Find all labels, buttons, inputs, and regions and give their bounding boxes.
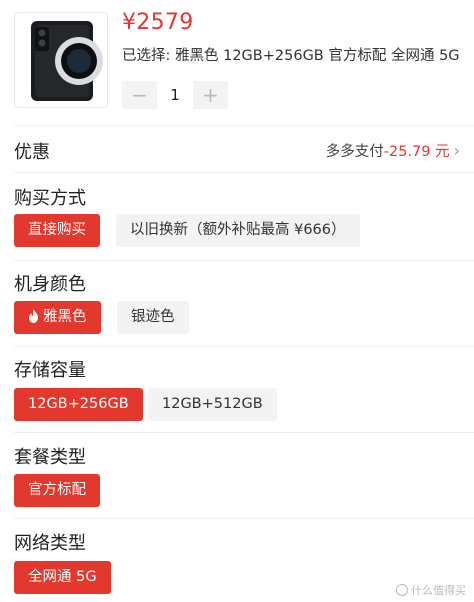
selected-spec-summary: 已选择: 雅黑色 12GB+256GB 官方标配 全网通 5G: [122, 48, 460, 64]
section-body-color: 机身颜色 雅黑色 银迹色: [0, 260, 474, 346]
quantity-value[interactable]: 1: [157, 86, 193, 104]
section-title: 机身颜色: [14, 274, 86, 295]
option-direct-purchase[interactable]: 直接购买: [14, 214, 100, 247]
option-package-standard[interactable]: 官方标配: [14, 474, 100, 507]
discount-amount: -25.79 元: [383, 144, 450, 160]
product-price: ¥2579: [122, 10, 194, 35]
discount-provider: 多多支付: [325, 144, 384, 160]
option-color-black[interactable]: 雅黑色: [14, 301, 101, 334]
discount-row[interactable]: 优惠 多多支付 -25.79 元 ›: [0, 126, 474, 172]
option-trade-in[interactable]: 以旧换新（额外补贴最高 ¥666）: [116, 214, 360, 247]
section-storage: 存储容量 12GB+256GB 12GB+512GB: [0, 346, 474, 432]
section-title: 购买方式: [14, 188, 86, 209]
chevron-right-icon: ›: [453, 141, 460, 160]
section-title: 存储容量: [14, 360, 86, 381]
flame-icon: [28, 303, 39, 336]
section-title: 网络类型: [14, 533, 86, 554]
product-summary: ¥2579 已选择: 雅黑色 12GB+256GB 官方标配 全网通 5G − …: [0, 0, 474, 118]
option-storage-512[interactable]: 12GB+512GB: [148, 388, 277, 421]
watermark-logo-icon: [396, 584, 408, 596]
option-color-silver[interactable]: 银迹色: [117, 301, 189, 334]
discount-value: 多多支付 -25.79 元 ›: [326, 140, 460, 161]
product-thumbnail[interactable]: [14, 12, 108, 108]
decrease-quantity-button[interactable]: −: [122, 81, 157, 109]
option-color-black-label: 雅黑色: [43, 309, 87, 325]
section-title: 套餐类型: [14, 447, 86, 468]
option-storage-256[interactable]: 12GB+256GB: [14, 388, 143, 421]
quantity-stepper: − 1 +: [122, 81, 228, 109]
section-package: 套餐类型 官方标配: [0, 432, 474, 518]
watermark: 什么值得买: [396, 582, 466, 598]
increase-quantity-button[interactable]: +: [193, 81, 228, 109]
watermark-text: 什么值得买: [411, 584, 466, 597]
discount-title: 优惠: [14, 142, 50, 163]
option-network-5g[interactable]: 全网通 5G: [14, 561, 111, 594]
section-purchase-method: 购买方式 直接购买 以旧换新（额外补贴最高 ¥666）: [0, 172, 474, 260]
